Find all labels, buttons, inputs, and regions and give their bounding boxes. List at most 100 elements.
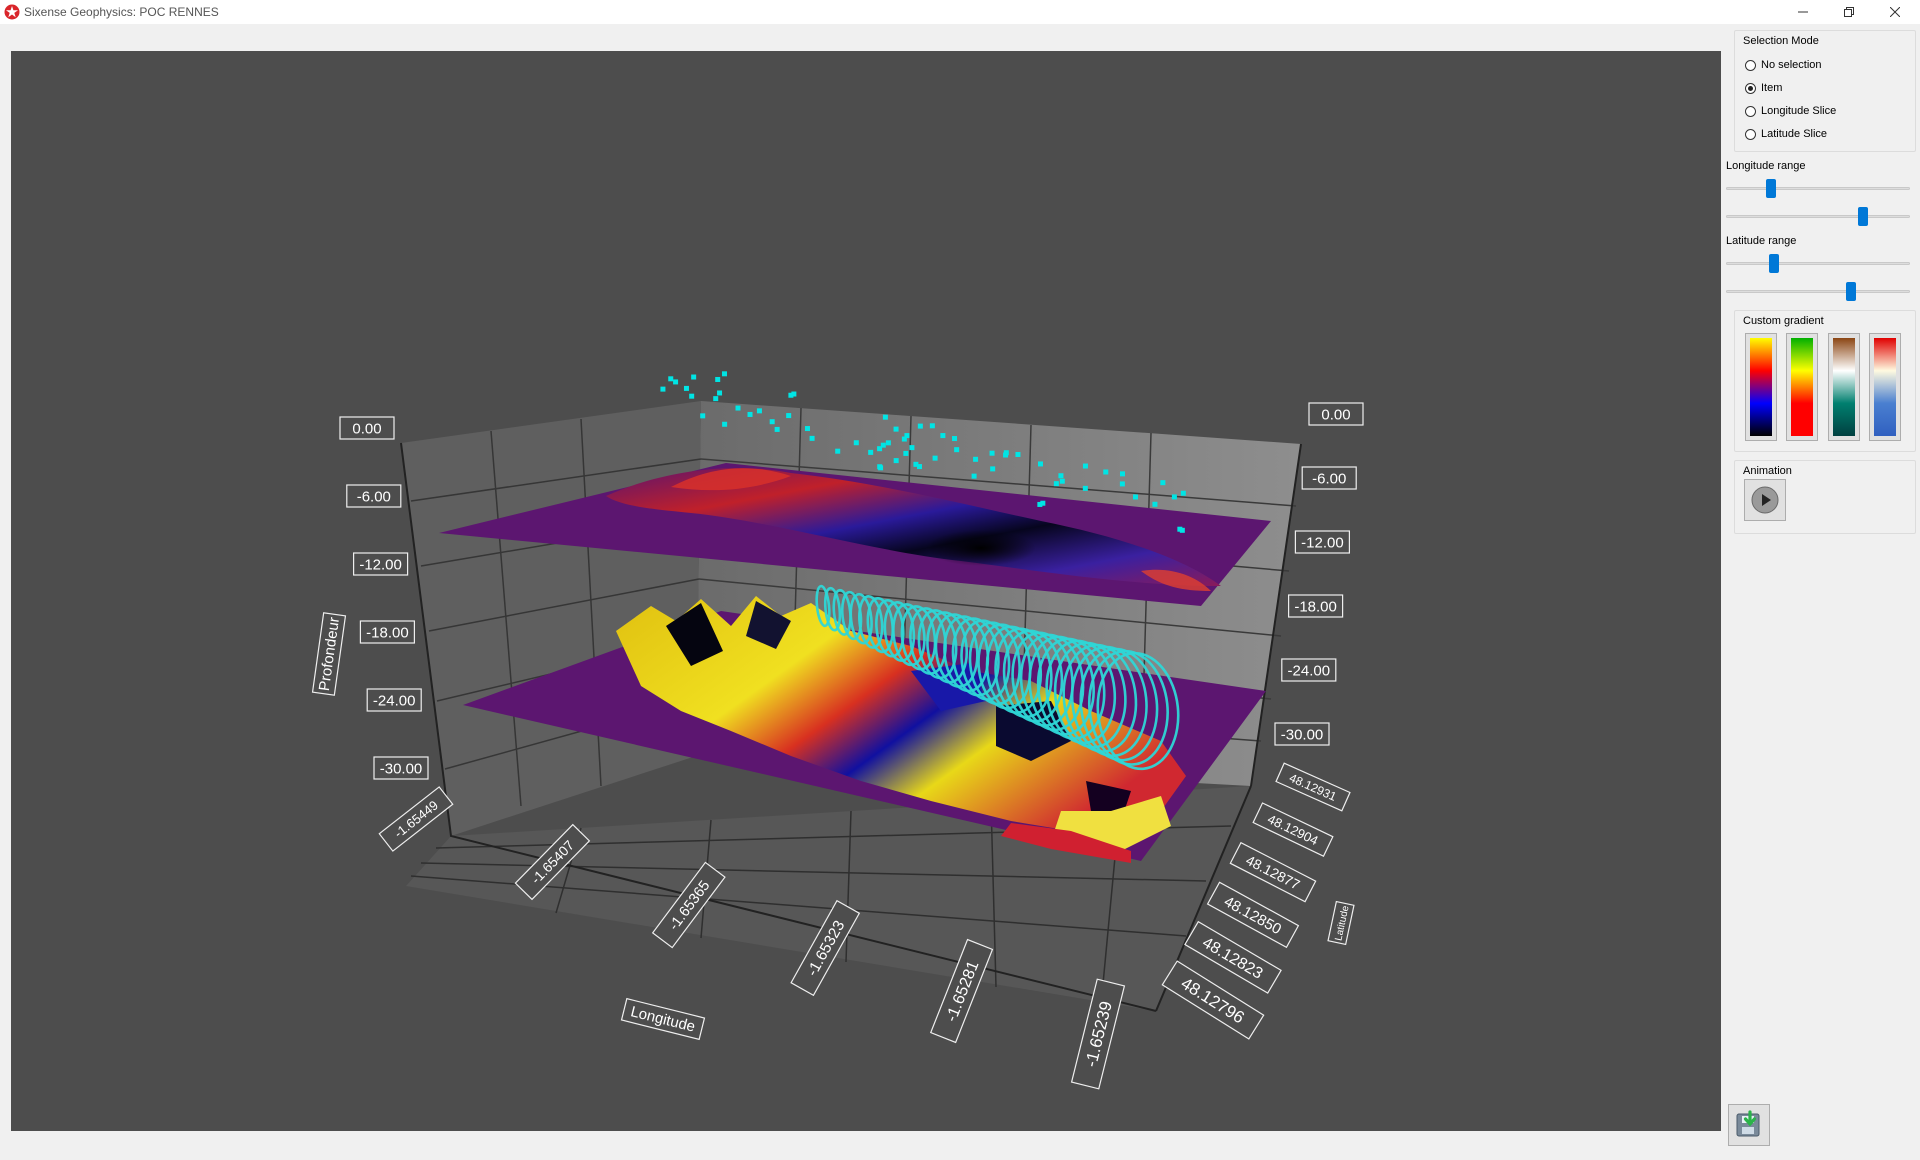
selection-mode-group: Selection Mode No selection Item Longitu… <box>1734 30 1916 152</box>
scatter-point <box>835 448 841 454</box>
scatter-point <box>1040 500 1046 506</box>
scatter-point <box>769 419 775 425</box>
radio-longitude-slice[interactable]: Longitude Slice <box>1745 103 1836 119</box>
axis-label-latitude: Latitude <box>1327 900 1355 946</box>
radio-no-selection[interactable]: No selection <box>1745 57 1822 73</box>
slider-track[interactable] <box>1726 262 1910 265</box>
longitude-max-slider[interactable] <box>1726 206 1910 226</box>
depth-tick-left: -12.00 <box>353 552 409 576</box>
depth-tick-right: -30.00 <box>1274 722 1330 746</box>
depth-tick-left: 0.00 <box>339 416 395 440</box>
scatter-point <box>1171 494 1177 500</box>
slider-track[interactable] <box>1726 215 1910 218</box>
tick-label-text: -24.00 <box>1288 662 1331 679</box>
surface-chart[interactable]: 0.00 -6.00 -12.00 -18.00 -24.00 -30.00 0.00 -6… <box>11 51 1721 1131</box>
scatter-point <box>809 435 815 441</box>
tick-label-text: -12.00 <box>1301 534 1344 551</box>
axis-label-profondeur: Profondeur <box>311 612 347 696</box>
slider-handle[interactable] <box>1766 179 1776 198</box>
scatter-point <box>952 436 958 442</box>
scatter-point <box>660 386 666 392</box>
scatter-point <box>932 455 938 461</box>
selection-mode-title: Selection Mode <box>1743 35 1819 47</box>
animation-title: Animation <box>1743 465 1792 477</box>
slider-handle[interactable] <box>1769 254 1779 273</box>
animation-group: Animation <box>1734 460 1916 534</box>
scatter-point <box>786 413 792 419</box>
latitude-max-slider[interactable] <box>1726 281 1910 301</box>
play-animation-button[interactable] <box>1744 479 1786 521</box>
depth-tick-right: -24.00 <box>1281 658 1337 682</box>
depth-tick-right: -6.00 <box>1301 466 1357 490</box>
depth-tick-left: -30.00 <box>373 756 429 780</box>
surface-3d-view[interactable]: 0.00 -6.00 -12.00 -18.00 -24.00 -30.00 0.00 -6… <box>11 51 1721 1131</box>
depth-tick-right: -12.00 <box>1294 530 1351 554</box>
slider-track[interactable] <box>1726 290 1910 293</box>
gradient-red-blue-button[interactable] <box>1869 333 1901 441</box>
restore-button[interactable] <box>1826 0 1872 24</box>
scatter-point <box>713 396 719 402</box>
scatter-point <box>791 391 797 397</box>
latitude-range-label: Latitude range <box>1726 235 1797 247</box>
scatter-point <box>700 413 706 419</box>
slider-handle[interactable] <box>1858 207 1868 226</box>
radio-button-checked[interactable] <box>1745 82 1756 94</box>
close-icon <box>1890 7 1900 17</box>
scatter-point <box>989 450 995 456</box>
scatter-point <box>717 390 723 396</box>
scatter-point <box>1119 481 1125 487</box>
scatter-point <box>756 408 762 414</box>
tick-label-text: 0.00 <box>352 420 381 437</box>
scatter-point <box>971 473 977 479</box>
slider-handle[interactable] <box>1846 282 1856 301</box>
scatter-point <box>804 426 810 432</box>
custom-gradient-group: Custom gradient <box>1734 310 1916 452</box>
gradient-brown-teal-swatch <box>1833 338 1855 436</box>
scatter-point <box>1132 494 1138 500</box>
gradient-brown-teal-button[interactable] <box>1828 333 1860 441</box>
gradient-green-red-button[interactable] <box>1786 333 1818 441</box>
minimize-button[interactable] <box>1780 0 1826 24</box>
scatter-point <box>1179 527 1185 533</box>
tick-label-text: -30.00 <box>380 760 423 777</box>
latitude-min-slider[interactable] <box>1726 253 1910 273</box>
restore-icon <box>1844 7 1854 17</box>
scatter-point <box>940 433 946 439</box>
scatter-point <box>885 440 891 446</box>
radio-label: No selection <box>1761 59 1822 71</box>
gradient-hot-swatch <box>1750 338 1772 436</box>
scatter-point <box>722 421 728 427</box>
scatter-point <box>1082 485 1088 491</box>
scatter-point <box>868 449 874 455</box>
scatter-point <box>1082 463 1088 469</box>
radio-item[interactable]: Item <box>1745 80 1782 96</box>
radio-latitude-slice[interactable]: Latitude Slice <box>1745 126 1827 142</box>
scatter-point <box>1003 452 1009 458</box>
scatter-point <box>882 414 888 420</box>
radio-button[interactable] <box>1745 105 1756 117</box>
gradient-hot-button[interactable] <box>1745 333 1777 441</box>
save-download-icon <box>1736 1110 1760 1137</box>
close-button[interactable] <box>1872 0 1918 24</box>
scatter-point <box>673 379 679 385</box>
slider-track[interactable] <box>1726 187 1910 190</box>
radio-label: Latitude Slice <box>1761 128 1828 140</box>
play-icon <box>1751 486 1779 514</box>
latitude-tick: 48.12904 <box>1252 802 1334 857</box>
scatter-point <box>893 458 899 464</box>
tick-label-text: -18.00 <box>1294 598 1337 615</box>
radio-button[interactable] <box>1745 59 1756 71</box>
longitude-tick: -1.65449 <box>378 786 454 852</box>
scatter-point <box>901 436 907 442</box>
tick-label-text: 0.00 <box>1321 406 1350 423</box>
scatter-point <box>1059 478 1065 484</box>
scatter-point <box>774 426 780 432</box>
radio-button[interactable] <box>1745 128 1756 140</box>
depth-tick-left: -24.00 <box>366 688 422 712</box>
save-button[interactable] <box>1728 1104 1770 1146</box>
scatter-point <box>893 426 899 432</box>
tick-label-text: -24.00 <box>373 692 416 709</box>
scatter-point <box>1015 451 1021 457</box>
scatter-point <box>1160 480 1166 486</box>
longitude-min-slider[interactable] <box>1726 178 1910 198</box>
